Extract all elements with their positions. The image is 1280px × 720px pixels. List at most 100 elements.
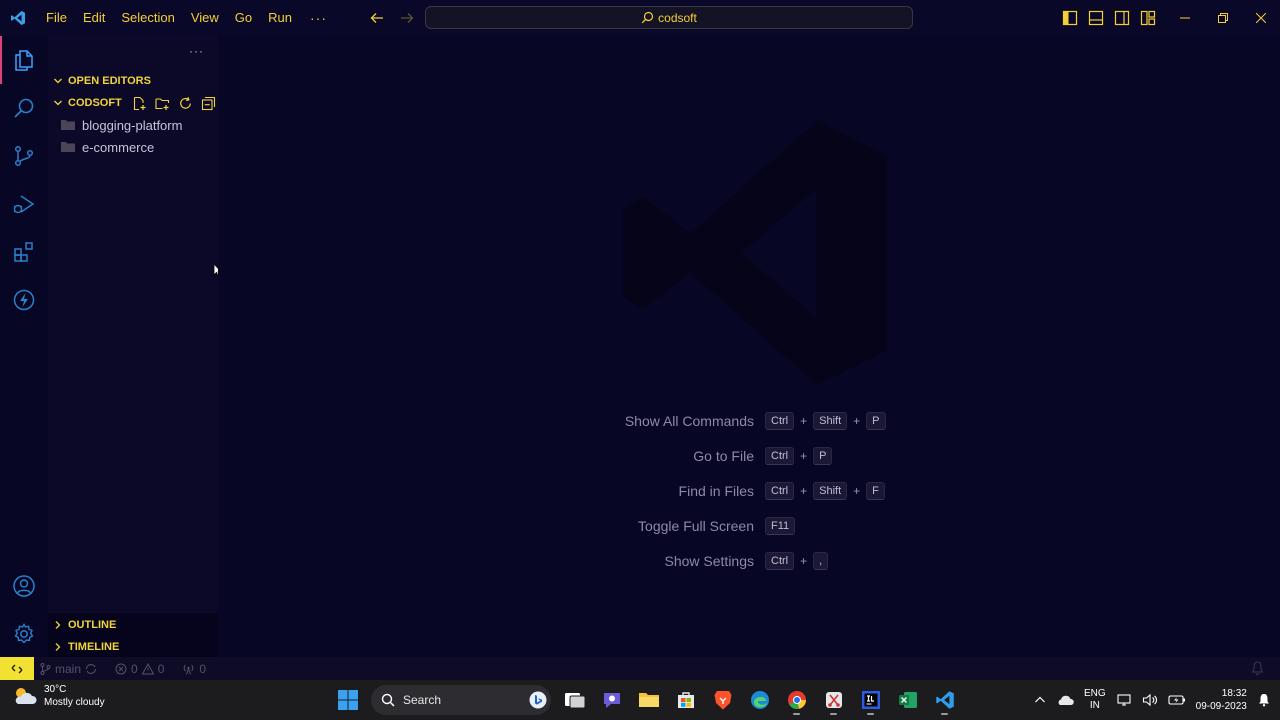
chevron-right-icon	[48, 620, 68, 630]
bing-icon	[529, 691, 547, 709]
snipping-tool-icon[interactable]	[820, 684, 847, 716]
folder-item-e-commerce[interactable]: e-commerce	[48, 136, 218, 158]
excel-icon[interactable]	[894, 684, 921, 716]
clock-date: 09-09-2023	[1195, 701, 1247, 712]
weather-condition: Mostly cloudy	[44, 697, 105, 708]
toggle-primary-sidebar-icon[interactable]	[1062, 10, 1078, 26]
notifications-bell-icon[interactable]	[1251, 661, 1264, 675]
key-cap: P	[813, 447, 833, 465]
key-cap: Ctrl	[765, 412, 795, 430]
key-cap: Ctrl	[765, 552, 795, 570]
menu-edit[interactable]: Edit	[75, 0, 113, 35]
outline-header[interactable]: OUTLINE	[48, 614, 218, 636]
clock[interactable]: 18:32 09-09-2023	[1196, 687, 1247, 713]
search-label: Search	[403, 693, 442, 707]
minimize-icon[interactable]	[1166, 0, 1204, 35]
ports-status[interactable]: 0	[176, 662, 212, 676]
remote-indicator-icon[interactable]	[0, 657, 34, 680]
folder-label: CODSOFT	[68, 97, 122, 109]
folder-item-label: e-commerce	[82, 139, 155, 155]
explorer-sidebar: ··· OPEN EDITORS CODSOFT blogging-platfo…	[48, 35, 223, 658]
chrome-browser-icon[interactable]	[783, 684, 810, 716]
shortcut-keys: Ctrl + Shift + P	[765, 412, 886, 430]
key-cap: F11	[765, 517, 796, 535]
restore-icon[interactable]	[1204, 0, 1242, 35]
chevron-up-icon[interactable]	[1034, 694, 1046, 706]
brave-browser-icon[interactable]	[709, 684, 736, 716]
forward-arrow-icon[interactable]	[396, 7, 418, 29]
file-explorer-icon[interactable]	[635, 684, 662, 716]
run-and-debug-icon[interactable]	[0, 180, 48, 228]
radio-tower-icon	[184, 664, 194, 675]
folder-icon	[61, 120, 75, 130]
toggle-panel-icon[interactable]	[1088, 10, 1104, 26]
accounts-icon[interactable]	[0, 562, 48, 610]
menu-go[interactable]: Go	[227, 0, 260, 35]
new-folder-icon[interactable]	[155, 96, 170, 111]
folder-icon	[61, 142, 75, 152]
menu-run[interactable]: Run	[260, 0, 300, 35]
explorer-more-actions[interactable]: ···	[189, 44, 204, 58]
branch-status[interactable]: main	[34, 662, 103, 676]
folder-item-blogging-platform[interactable]: blogging-platform	[48, 114, 218, 136]
key-cap: Shift	[813, 412, 848, 430]
back-arrow-icon[interactable]	[366, 7, 388, 29]
vscode-taskbar-icon[interactable]	[931, 684, 958, 716]
toggle-secondary-sidebar-icon[interactable]	[1114, 10, 1130, 26]
language-indicator[interactable]: ENG IN	[1084, 688, 1106, 712]
settings-gear-icon[interactable]	[0, 610, 48, 658]
error-icon	[115, 663, 127, 674]
thunder-client-icon[interactable]	[0, 276, 48, 324]
collapse-all-icon[interactable]	[201, 96, 216, 111]
menu-file[interactable]: File	[38, 0, 75, 35]
extensions-icon[interactable]	[0, 228, 48, 276]
microsoft-store-icon[interactable]	[672, 684, 699, 716]
shortcut-label: Toggle Full Screen	[638, 518, 754, 534]
explorer-icon[interactable]	[0, 36, 48, 84]
shortcut-label: Find in Files	[678, 483, 754, 499]
search-icon[interactable]	[0, 84, 48, 132]
weather-widget[interactable]: 30°C Mostly cloudy	[12, 683, 105, 709]
activity-bar	[0, 35, 48, 657]
shortcut-show-all-commands[interactable]: Show All Commands Ctrl + Shift + P	[218, 410, 1280, 432]
shortcut-keys: F11	[765, 517, 796, 535]
new-file-icon[interactable]	[132, 96, 147, 111]
key-cap: Ctrl	[765, 482, 795, 500]
open-editors-header[interactable]: OPEN EDITORS	[48, 70, 218, 92]
volume-icon[interactable]	[1142, 693, 1158, 707]
shortcut-toggle-full-screen[interactable]: Toggle Full Screen F11	[218, 515, 1280, 537]
open-editors-label: OPEN EDITORS	[68, 75, 151, 87]
intellij-idea-icon[interactable]	[857, 684, 884, 716]
shortcut-go-to-file[interactable]: Go to File Ctrl + P	[218, 445, 1280, 467]
timeline-header[interactable]: TIMELINE	[48, 636, 218, 658]
status-bar: main 0 0 0	[0, 657, 1280, 680]
shortcut-find-in-files[interactable]: Find in Files Ctrl + Shift + F	[218, 480, 1280, 502]
search-icon	[641, 11, 654, 24]
search-icon	[381, 693, 395, 707]
ports-count: 0	[199, 661, 207, 676]
menu-view[interactable]: View	[183, 0, 227, 35]
customize-layout-icon[interactable]	[1140, 10, 1156, 26]
start-windows-icon[interactable]	[334, 684, 361, 716]
close-icon[interactable]	[1242, 0, 1280, 35]
task-view-icon[interactable]	[561, 684, 588, 716]
title-bar: File Edit Selection View Go Run ··· cods…	[0, 0, 1280, 35]
warning-count: 0	[157, 661, 165, 676]
network-icon[interactable]	[1116, 693, 1132, 707]
source-control-icon[interactable]	[0, 132, 48, 180]
refresh-icon[interactable]	[178, 96, 193, 111]
taskbar-apps: Search	[334, 684, 958, 716]
notification-center-icon[interactable]	[1257, 693, 1271, 707]
onedrive-cloud-icon[interactable]	[1056, 694, 1074, 706]
menu-selection[interactable]: Selection	[113, 0, 182, 35]
battery-charging-icon[interactable]	[1168, 694, 1186, 706]
teams-chat-icon[interactable]	[598, 684, 625, 716]
problems-status[interactable]: 0 0	[109, 662, 170, 676]
menu-more-button[interactable]: ···	[300, 10, 337, 26]
taskbar-search[interactable]: Search	[371, 685, 551, 715]
folder-header[interactable]: CODSOFT	[48, 92, 218, 114]
edge-browser-icon[interactable]	[746, 684, 773, 716]
command-center[interactable]: codsoft	[425, 6, 913, 29]
shortcut-show-settings[interactable]: Show Settings Ctrl + ,	[218, 550, 1280, 572]
layout-controls	[1062, 0, 1156, 35]
